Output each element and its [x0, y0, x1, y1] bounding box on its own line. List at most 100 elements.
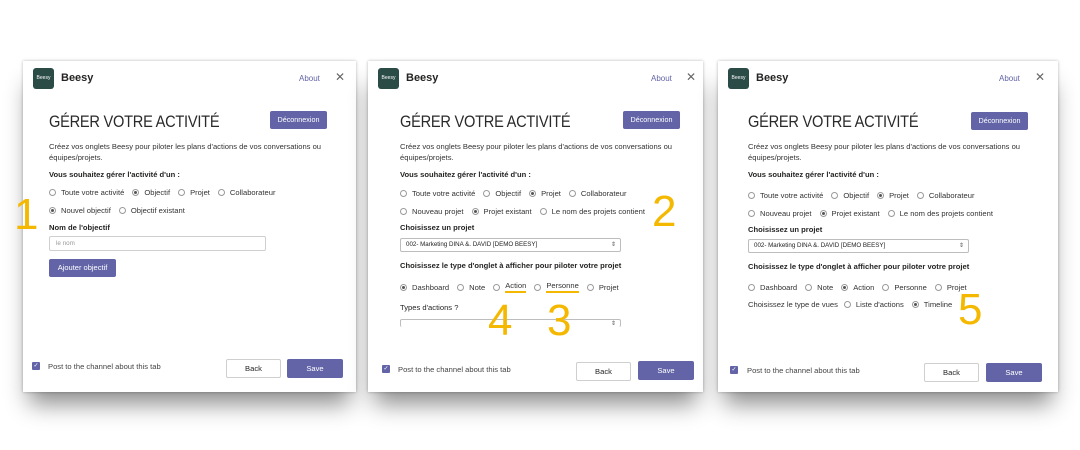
logout-button[interactable]: Déconnexion — [971, 112, 1028, 130]
project-mode-radio-group: Nouveau projet Projet existant Le nom de… — [400, 207, 653, 216]
radio-selected-icon — [400, 283, 407, 291]
radio-action[interactable]: Action — [841, 283, 874, 292]
select-arrows-icon: ⇕ — [958, 243, 964, 249]
logout-button[interactable]: Déconnexion — [623, 111, 680, 129]
radio-all-activity[interactable]: Toute votre activité — [49, 188, 124, 197]
radio-label: Nouveau projet — [412, 207, 464, 216]
choose-project-label: Choisissez un projet — [748, 225, 823, 234]
back-button[interactable]: Back — [226, 359, 281, 378]
select-arrows-icon: ⇕ — [610, 242, 616, 248]
radio-new-objectif[interactable]: Nouvel objectif — [49, 206, 111, 215]
tab-type-radio-group: Dashboard Note Action Personne Projet — [400, 281, 627, 293]
about-link[interactable]: About — [299, 74, 320, 83]
radio-personne[interactable]: Personne — [534, 281, 579, 293]
radio-collaborateur[interactable]: Collaborateur — [916, 191, 975, 200]
post-channel-label: Post to the channel about this tab — [398, 365, 511, 374]
radio-new-project[interactable]: Nouveau projet — [400, 207, 464, 216]
radio-label: Note — [817, 283, 834, 292]
radio-objectif[interactable]: Objectif — [831, 191, 869, 200]
radio-icon — [882, 284, 890, 291]
post-channel-checkbox[interactable]: ✓ — [730, 366, 738, 374]
radio-projet[interactable]: Projet — [877, 191, 909, 200]
beesy-logo: Beesy — [728, 68, 749, 89]
radio-action[interactable]: Action — [493, 281, 527, 293]
radio-icon — [217, 189, 225, 196]
objectif-mode-radio-group: Nouvel objectif Objectif existant — [49, 206, 193, 215]
radio-label: Collaborateur — [928, 191, 975, 200]
radio-label: Toute votre activité — [61, 188, 125, 197]
radio-action-list[interactable]: Liste d'actions — [843, 300, 904, 309]
radio-objectif[interactable]: Objectif — [483, 189, 521, 198]
radio-collaborateur[interactable]: Collaborateur — [568, 189, 627, 198]
post-channel-checkbox[interactable]: ✓ — [32, 362, 40, 370]
tab-type-label: Choisissez le type d'onglet à afficher p… — [748, 262, 970, 271]
project-select[interactable]: 002- Marketing DINA &. DAVID [DEMO BEESY… — [748, 239, 969, 253]
radio-note[interactable]: Note — [805, 283, 833, 292]
save-button[interactable]: Save — [287, 359, 343, 378]
radio-icon — [400, 208, 407, 215]
radio-label: Liste d'actions — [855, 300, 904, 309]
radio-icon — [934, 284, 942, 291]
manage-label: Vous souhaitez gérer l'activité d'un : — [49, 170, 180, 179]
radio-project-name-contains[interactable]: Le nom des projets contient — [887, 209, 993, 218]
radio-label: Personne — [546, 281, 579, 293]
radio-dashboard[interactable]: Dashboard — [400, 283, 449, 292]
radio-projet[interactable]: Projet — [178, 188, 210, 197]
radio-note[interactable]: Note — [457, 283, 485, 292]
radio-label: Objectif — [843, 191, 870, 200]
radio-projet-tab[interactable]: Projet — [586, 283, 619, 292]
page-title: GÉRER VOTRE ACTIVITÉ — [748, 112, 919, 131]
about-link[interactable]: About — [651, 74, 672, 83]
radio-existing-project[interactable]: Projet existant — [471, 207, 532, 216]
radio-existing-objectif[interactable]: Objectif existant — [118, 206, 185, 215]
objectif-name-label: Nom de l'objectif — [49, 223, 110, 232]
post-channel-label: Post to the channel about this tab — [747, 366, 860, 375]
add-objectif-button[interactable]: Ajouter objectif — [49, 259, 116, 277]
page-title: GÉRER VOTRE ACTIVITÉ — [400, 112, 571, 131]
radio-label: Objectif — [144, 188, 171, 197]
radio-personne[interactable]: Personne — [882, 283, 927, 292]
radio-timeline[interactable]: Timeline — [911, 300, 952, 309]
radio-icon — [748, 192, 755, 199]
close-icon[interactable]: ✕ — [335, 70, 345, 84]
view-type-label: Choisissez le type de vues — [748, 300, 838, 309]
radio-all-activity[interactable]: Toute votre activité — [400, 189, 475, 198]
back-button[interactable]: Back — [576, 362, 631, 381]
radio-icon — [457, 283, 465, 291]
radio-icon — [568, 190, 576, 197]
header: Beesy Beesy About ✕ — [23, 61, 356, 97]
radio-icon — [178, 189, 186, 196]
objectif-name-input[interactable]: le nom — [49, 236, 266, 251]
project-select-value: 002- Marketing DINA &. DAVID [DEMO BEESY… — [754, 242, 886, 249]
callout-number: 1 — [14, 190, 39, 239]
radio-collaborateur[interactable]: Collaborateur — [217, 188, 276, 197]
radio-selected-icon — [132, 189, 140, 196]
project-mode-radio-group: Nouveau projet Projet existant Le nom de… — [748, 209, 1001, 218]
radio-project-name-contains[interactable]: Le nom des projets contient — [539, 207, 645, 216]
back-button[interactable]: Back — [924, 363, 979, 382]
radio-dashboard[interactable]: Dashboard — [748, 283, 797, 292]
project-select[interactable]: 002- Marketing DINA &. DAVID [DEMO BEESY… — [400, 238, 621, 252]
radio-icon — [805, 284, 813, 291]
radio-label: Collaborateur — [229, 188, 276, 197]
radio-projet[interactable]: Projet — [529, 189, 561, 198]
logout-button[interactable]: Déconnexion — [270, 111, 327, 129]
radio-selected-icon — [49, 207, 56, 214]
radio-objectif[interactable]: Objectif — [132, 188, 170, 197]
radio-icon — [831, 192, 839, 199]
radio-existing-project[interactable]: Projet existant — [819, 209, 880, 218]
header: Beesy Beesy About ✕ — [368, 61, 703, 97]
radio-label: Projet existant — [831, 209, 880, 218]
about-link[interactable]: About — [999, 74, 1020, 83]
save-button[interactable]: Save — [638, 361, 694, 380]
save-button[interactable]: Save — [986, 363, 1042, 382]
radio-new-project[interactable]: Nouveau projet — [748, 209, 812, 218]
radio-label: Projet — [889, 191, 909, 200]
app-name: Beesy — [61, 72, 94, 84]
post-channel-checkbox[interactable]: ✓ — [382, 365, 390, 373]
radio-all-activity[interactable]: Toute votre activité — [748, 191, 823, 200]
close-icon[interactable]: ✕ — [1035, 70, 1045, 84]
radio-label: Action — [505, 281, 527, 293]
action-types-label: Types d'actions ? — [400, 303, 459, 312]
close-icon[interactable]: ✕ — [686, 70, 696, 84]
